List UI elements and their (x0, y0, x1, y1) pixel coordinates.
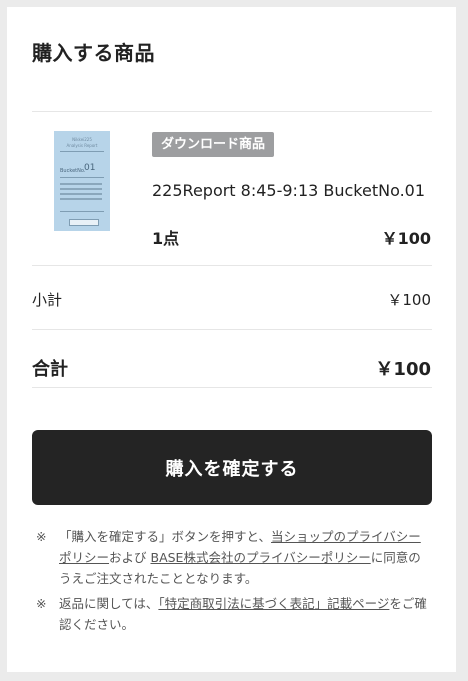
total-label: 合計 (32, 359, 68, 380)
thumbnail-subtitle: Analysis Report (66, 143, 98, 148)
total-value: ￥100 (375, 359, 431, 380)
product-price: ￥100 (381, 229, 431, 248)
subtotal-label: 小計 (32, 291, 63, 309)
divider (32, 387, 432, 388)
divider (32, 265, 432, 266)
note-mark: ※ (36, 596, 47, 611)
product-name: 225Report 8:45-9:13 BucketNo.01 (152, 181, 426, 200)
thumbnail-bucket-number: 01 (84, 163, 96, 173)
product-thumbnail: Nikkei225 Analysis Report BucketNo. 01 (54, 131, 110, 231)
note-mark: ※ (36, 529, 47, 544)
base-privacy-policy-link[interactable]: BASE株式会社のプライバシーポリシー (151, 550, 371, 565)
purchase-card: 購入する商品 Nikkei225 Analysis Report BucketN… (7, 7, 456, 672)
purchase-notes: ※ 「購入を確定する」ボタンを押すと、当ショップのプライバシーポリシーおよび BA… (32, 526, 432, 639)
divider (32, 329, 432, 330)
product-quantity: 1点 (152, 229, 180, 248)
thumbnail-title: Nikkei225 (72, 137, 92, 142)
divider (32, 111, 432, 112)
thumbnail-logo (69, 219, 99, 226)
page-title: 購入する商品 (32, 41, 155, 65)
thumbnail-bucket-label: BucketNo. (60, 168, 86, 174)
privacy-note: ※ 「購入を確定する」ボタンを押すと、当ショップのプライバシーポリシーおよび BA… (32, 526, 432, 589)
download-badge: ダウンロード商品 (152, 132, 275, 157)
commercial-transactions-link[interactable]: 「特定商取引法に基づく表記」記載ページ (158, 596, 389, 611)
confirm-purchase-button[interactable]: 購入を確定する (32, 430, 432, 505)
subtotal-value: ￥100 (387, 291, 431, 309)
return-note: ※ 返品に関しては、「特定商取引法に基づく表記」記載ページをご確認ください。 (32, 593, 432, 635)
